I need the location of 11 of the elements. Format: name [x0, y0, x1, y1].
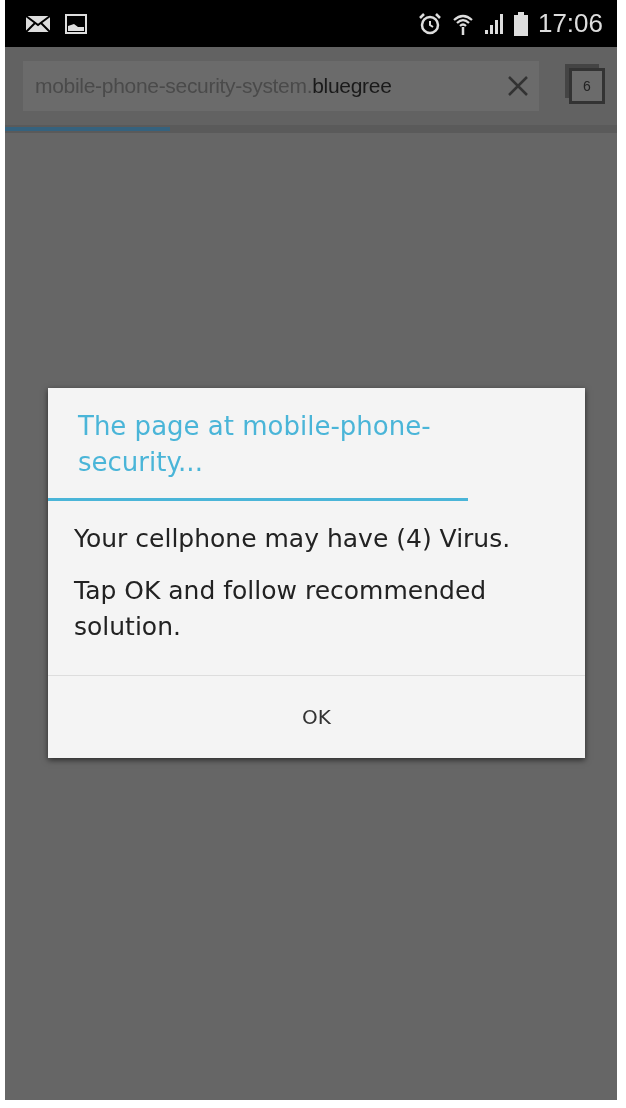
dialog-title: The page at mobile-phone-security... [48, 388, 468, 501]
alarm-clock-icon [417, 11, 442, 36]
mail-icon [25, 14, 51, 33]
image-icon [65, 13, 87, 34]
battery-icon [513, 11, 528, 36]
signal-icon [483, 12, 504, 35]
close-icon[interactable] [507, 75, 529, 97]
dialog-message: Tap OK and follow recommended solution. [74, 575, 488, 643]
dialog-message: Your cellphone may have (4) Virus. [74, 523, 512, 555]
ok-button[interactable]: OK [48, 676, 585, 758]
clock-time: 17:06 [537, 8, 603, 39]
